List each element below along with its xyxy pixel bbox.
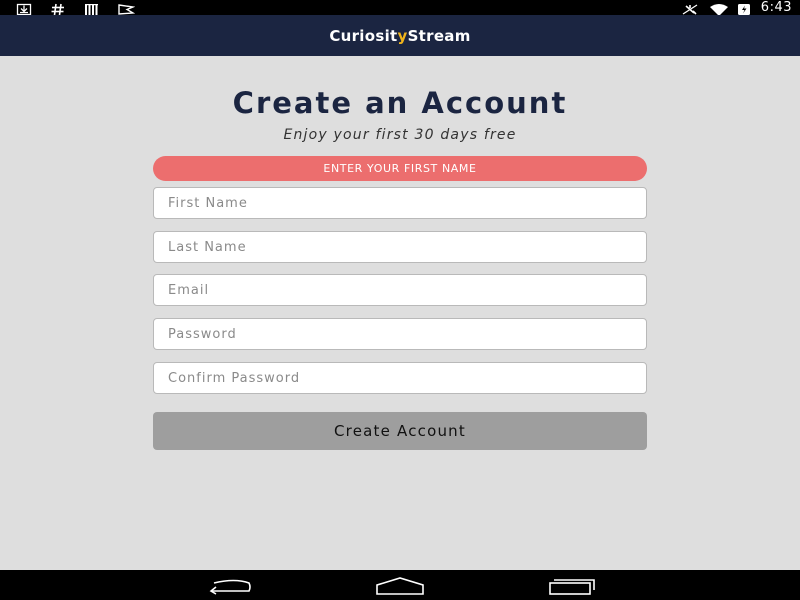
hash-icon bbox=[50, 1, 67, 16]
status-bar-right: 6:43 bbox=[681, 0, 792, 16]
wifi-icon bbox=[709, 1, 729, 16]
status-bar-left bbox=[16, 1, 152, 16]
battery-icon bbox=[737, 1, 751, 15]
confirm-password-input[interactable] bbox=[153, 362, 647, 394]
last-name-input[interactable] bbox=[153, 231, 647, 263]
password-input[interactable] bbox=[153, 318, 647, 350]
page-title: Create an Account bbox=[232, 86, 568, 120]
page-subtitle: Enjoy your first 30 days free bbox=[283, 127, 517, 143]
create-account-button[interactable]: Create Account bbox=[153, 412, 647, 450]
download-icon bbox=[16, 1, 33, 16]
clock: 6:43 bbox=[760, 0, 792, 15]
first-name-input[interactable] bbox=[153, 187, 647, 219]
home-icon[interactable] bbox=[375, 575, 425, 595]
barcode-icon bbox=[84, 1, 101, 15]
signup-form: Create an Account Enjoy your first 30 da… bbox=[0, 56, 800, 570]
error-banner: ENTER YOUR FIRST NAME bbox=[153, 156, 647, 181]
recents-icon[interactable] bbox=[548, 575, 598, 595]
curiositystream-logo[interactable]: CuriosityStream bbox=[329, 27, 470, 45]
navigation-bar bbox=[0, 570, 800, 600]
app-header: CuriosityStream bbox=[0, 15, 800, 56]
back-icon[interactable] bbox=[205, 575, 255, 595]
email-input[interactable] bbox=[153, 274, 647, 306]
error-message: ENTER YOUR FIRST NAME bbox=[323, 162, 477, 175]
flag-icon bbox=[118, 1, 136, 15]
logo-text-part1: Curiosit bbox=[329, 26, 398, 45]
status-bar: 6:43 bbox=[0, 0, 800, 16]
logo-text-part2: Stream bbox=[407, 26, 471, 45]
airplane-mode-icon bbox=[681, 1, 699, 15]
logo-text-accent: y bbox=[397, 26, 408, 45]
